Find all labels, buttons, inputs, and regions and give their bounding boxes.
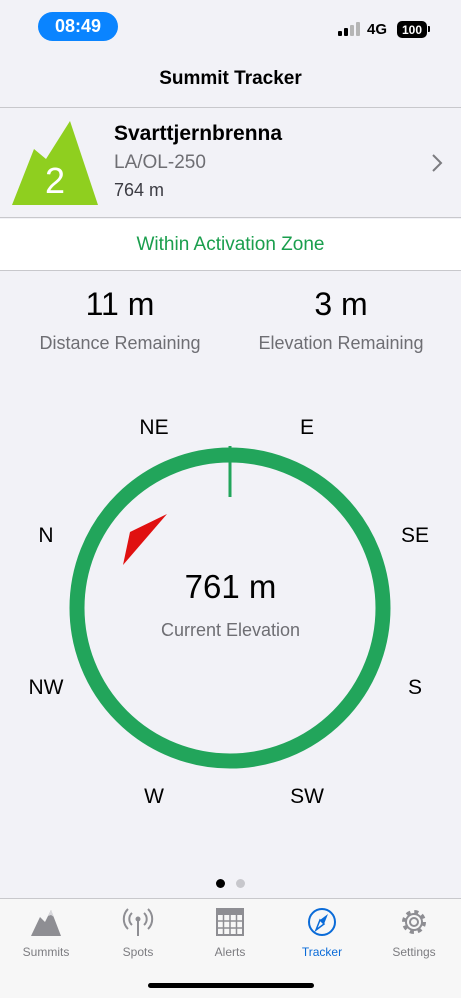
elevation-label: Elevation Remaining (258, 333, 424, 353)
battery-icon: 100 (397, 21, 427, 38)
elevation-stat: 3 m Elevation Remaining (226, 286, 456, 354)
page-dot[interactable] (236, 879, 245, 888)
tab-settings[interactable]: Settings (368, 907, 460, 959)
elevation-value: 3 m (314, 286, 368, 322)
page-indicator[interactable] (214, 879, 248, 889)
tab-label: Tracker (301, 945, 343, 959)
distance-label: Distance Remaining (39, 333, 201, 353)
tab-alerts[interactable]: Alerts (184, 907, 276, 959)
summit-name: Svarttjernbrenna (114, 122, 283, 145)
page-dot-active[interactable] (216, 879, 225, 888)
status-bar: 08:49 4G 100 (0, 0, 461, 54)
compass-icon (308, 908, 336, 936)
compass-ring (69, 447, 391, 769)
summit-altitude: 764 m (114, 180, 165, 200)
page-title: Summit Tracker (159, 68, 302, 89)
distance-value: 11 m (85, 286, 155, 322)
status-time[interactable]: 08:49 (38, 12, 118, 41)
direction-s: S (407, 676, 423, 699)
tab-label: Alerts (214, 945, 246, 959)
tab-label: Summits (22, 945, 70, 959)
direction-se: SE (400, 524, 430, 547)
current-elevation-value: 761 m (184, 568, 277, 605)
tab-label: Spots (122, 945, 154, 959)
direction-sw: SW (290, 785, 324, 808)
current-elevation-label: Current Elevation (160, 620, 301, 640)
compass (69, 446, 391, 769)
tab-spots[interactable]: Spots (92, 907, 184, 959)
tab-tracker[interactable]: Tracker (276, 907, 368, 959)
calendar-icon (216, 908, 244, 936)
summit-card[interactable]: 2 Svarttjernbrenna LA/OL-250 764 m (0, 107, 461, 218)
distance-stat: 11 m Distance Remaining (5, 286, 235, 354)
direction-w: W (144, 785, 164, 808)
gear-icon (402, 910, 426, 934)
battery-tip (428, 26, 430, 32)
direction-ne: NE (139, 416, 169, 439)
mountain-icon (31, 910, 61, 936)
activation-zone-status: Within Activation Zone (0, 219, 461, 271)
home-indicator (148, 983, 314, 988)
tab-label: Settings (392, 945, 436, 959)
chevron-right-icon (432, 154, 443, 172)
direction-e: E (299, 416, 315, 439)
summit-reference: LA/OL-250 (114, 152, 206, 173)
direction-n: N (38, 524, 54, 547)
antenna-icon (122, 908, 154, 936)
direction-nw: NW (28, 676, 64, 699)
tab-summits[interactable]: Summits (0, 907, 92, 959)
signal-icon (338, 22, 360, 36)
bearing-arrow (123, 514, 167, 565)
summit-points: 2 (44, 160, 66, 201)
network-type: 4G (367, 21, 388, 38)
